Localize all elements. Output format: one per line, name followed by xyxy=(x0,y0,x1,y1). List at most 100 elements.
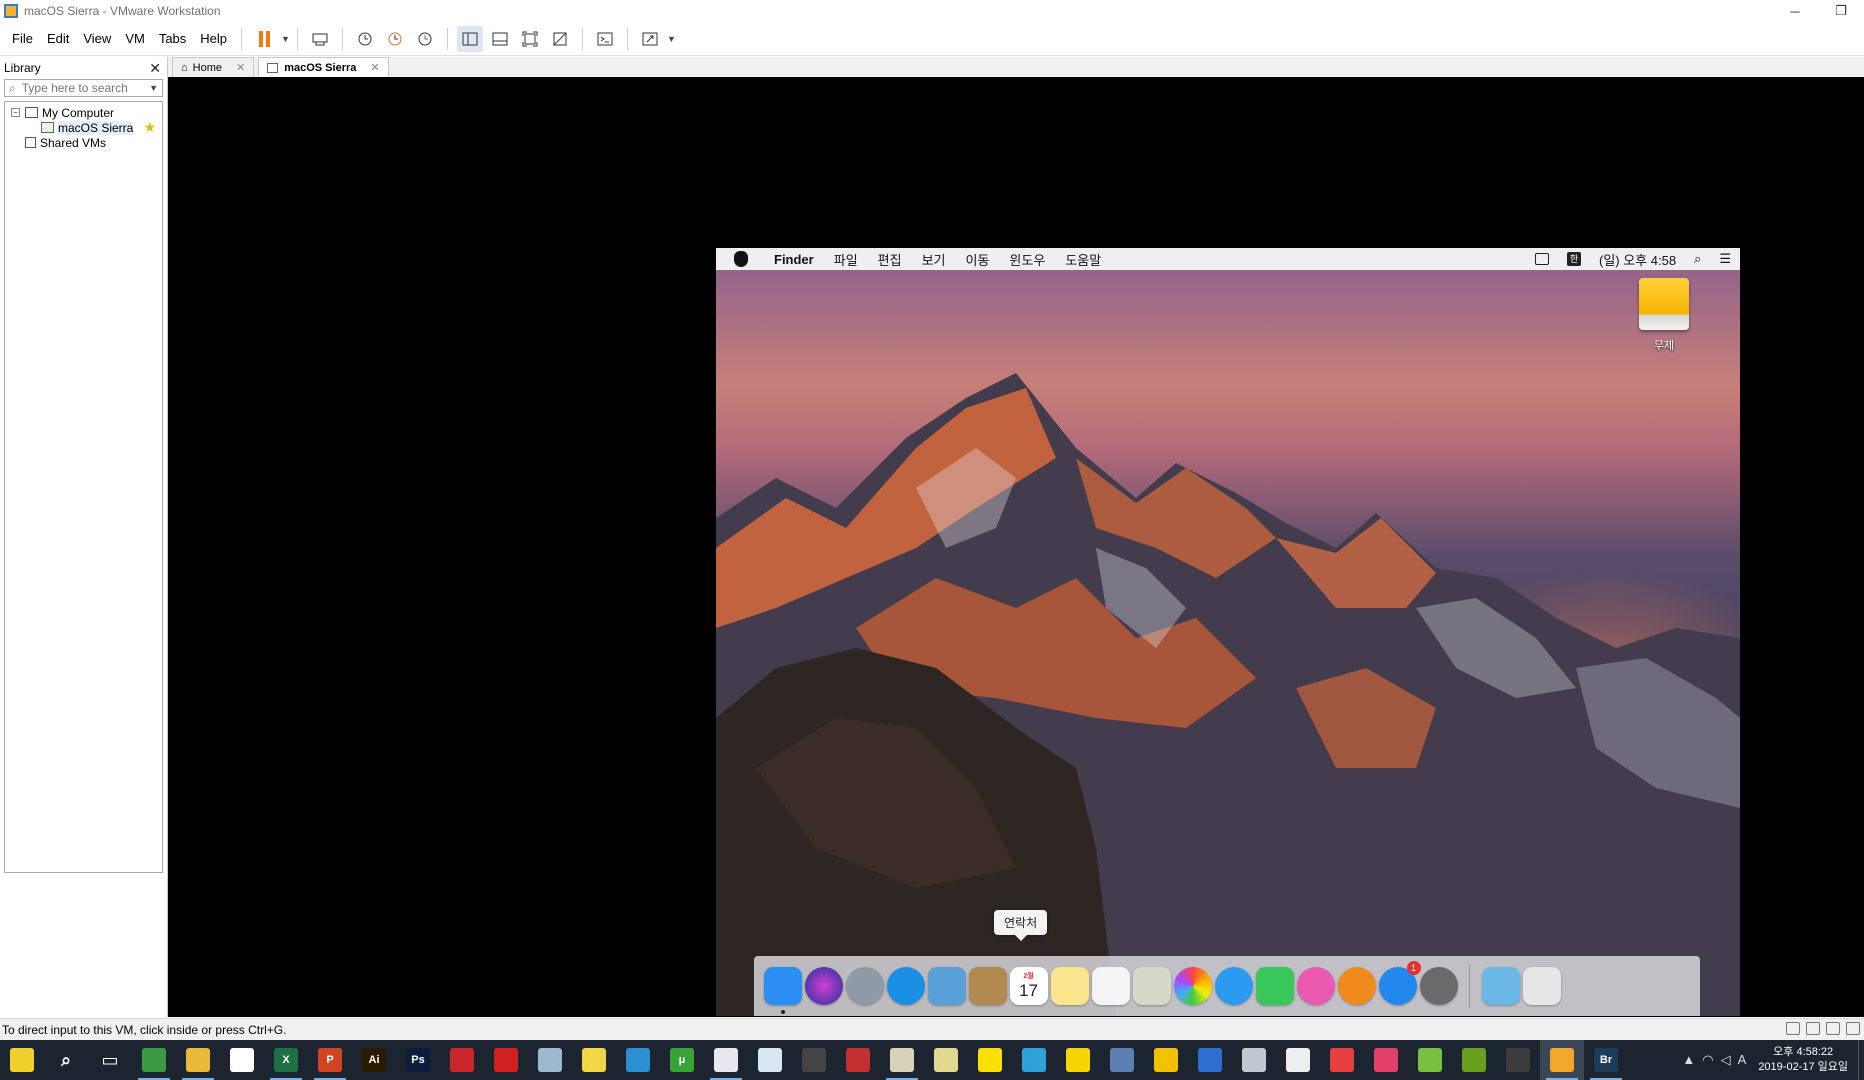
taskbar-onedrive-button[interactable] xyxy=(748,1040,792,1080)
notification-center-icon[interactable]: ☰ xyxy=(1719,251,1731,267)
taskbar-excel-button[interactable]: X xyxy=(264,1040,308,1080)
taskbar-app-gray-button[interactable] xyxy=(528,1040,572,1080)
taskbar-app-green-button[interactable] xyxy=(1452,1040,1496,1080)
show-library-button[interactable] xyxy=(456,25,483,52)
taskbar-vmware-button[interactable] xyxy=(1540,1040,1584,1080)
trash-icon[interactable] xyxy=(1522,967,1561,1005)
gear-icon[interactable] xyxy=(1419,967,1458,1005)
stretch-dropdown[interactable]: ▼ xyxy=(667,34,676,44)
taskbar-app-white-button[interactable] xyxy=(704,1040,748,1080)
mac-menu-go[interactable]: 이동 xyxy=(956,250,1000,269)
taskbar-chrome-button[interactable] xyxy=(132,1040,176,1080)
taskbar-mail-button[interactable] xyxy=(220,1040,264,1080)
show-hidden-icons-icon[interactable]: ▲ xyxy=(1682,1052,1695,1068)
launchpad-icon[interactable] xyxy=(845,967,884,1005)
taskbar-app-dark-button[interactable] xyxy=(792,1040,836,1080)
itunes-icon[interactable] xyxy=(1296,967,1335,1005)
taskbar-clock[interactable]: 오후 4:58:22 2019-02-17 일요일 xyxy=(1758,1045,1848,1075)
library-search-input[interactable]: ⌕ Type here to search ▼ xyxy=(4,79,163,97)
unity-button[interactable] xyxy=(547,26,573,52)
taskbar-photoshop-button[interactable]: Ps xyxy=(396,1040,440,1080)
menu-help[interactable]: Help xyxy=(193,31,234,46)
sound-icon[interactable] xyxy=(1846,1022,1860,1035)
close-tab-icon[interactable]: ✕ xyxy=(370,61,379,74)
taskbar-app-blue-button[interactable] xyxy=(616,1040,660,1080)
taskbar-app-yellow-circle-button[interactable] xyxy=(1144,1040,1188,1080)
mac-menu-window[interactable]: 윈도우 xyxy=(999,250,1055,269)
menu-edit[interactable]: Edit xyxy=(40,31,76,46)
downloads-folder-icon[interactable] xyxy=(1481,967,1520,1005)
tree-item-macos-sierra[interactable]: macOS Sierra ★ xyxy=(5,119,162,136)
thumbnail-bar-button[interactable] xyxy=(487,26,513,52)
siri-icon[interactable] xyxy=(804,967,843,1005)
suspend-button[interactable] xyxy=(251,26,277,52)
calendar-icon[interactable]: 2월 17 xyxy=(1009,967,1048,1005)
ime-indicator[interactable]: A xyxy=(1738,1052,1747,1068)
mac-menu-help[interactable]: 도움말 xyxy=(1055,250,1111,269)
search-dropdown-icon[interactable]: ▼ xyxy=(149,83,158,93)
hard-disk-icon[interactable] xyxy=(1786,1022,1800,1035)
collapse-icon[interactable]: − xyxy=(11,108,20,117)
mail-icon[interactable] xyxy=(927,967,966,1005)
finder-icon[interactable] xyxy=(763,967,802,1014)
mac-menu-file[interactable]: 파일 xyxy=(824,250,868,269)
tree-item-shared-vms[interactable]: Shared VMs xyxy=(5,135,162,150)
show-desktop-button[interactable] xyxy=(1858,1040,1864,1080)
favorite-star-icon[interactable]: ★ xyxy=(143,119,156,136)
taskbar-app-search-doc-button[interactable] xyxy=(1276,1040,1320,1080)
taskbar-task-view-button[interactable]: ▭ xyxy=(88,1040,132,1080)
menu-file[interactable]: File xyxy=(0,31,40,46)
taskbar-app-red-button[interactable] xyxy=(440,1040,484,1080)
snapshot-button[interactable] xyxy=(352,26,378,52)
taskbar-app-monitor-button[interactable] xyxy=(1496,1040,1540,1080)
taskbar-search-button[interactable]: ⌕ xyxy=(44,1040,88,1080)
photos-icon[interactable] xyxy=(1173,967,1212,1005)
full-screen-button[interactable] xyxy=(517,26,543,52)
close-tab-icon[interactable]: ✕ xyxy=(236,61,245,74)
mac-menu-finder[interactable]: Finder xyxy=(762,252,824,267)
taskbar-app-dropbox-button[interactable] xyxy=(924,1040,968,1080)
mac-clock[interactable]: (일) 오후 4:58 xyxy=(1599,250,1676,269)
contacts-icon[interactable] xyxy=(968,967,1007,1005)
mac-menu-view[interactable]: 보기 xyxy=(912,250,956,269)
cd-icon[interactable] xyxy=(1806,1022,1820,1035)
display-mirroring-icon[interactable] xyxy=(1534,253,1549,265)
taskbar-app-book-button[interactable] xyxy=(880,1040,924,1080)
apple-icon[interactable] xyxy=(734,251,748,267)
power-dropdown[interactable]: ▼ xyxy=(281,34,290,44)
snapshot-manager-button[interactable] xyxy=(412,26,438,52)
safari-icon[interactable] xyxy=(886,967,925,1005)
taskbar-kakaotalk-button[interactable] xyxy=(968,1040,1012,1080)
close-library-icon[interactable]: ✕ xyxy=(149,60,161,77)
taskbar-utorrent-button[interactable]: μ xyxy=(660,1040,704,1080)
taskbar-app-screen-button[interactable] xyxy=(1100,1040,1144,1080)
taskbar-file-explorer-button[interactable] xyxy=(176,1040,220,1080)
taskbar-powerpoint-button[interactable]: P xyxy=(308,1040,352,1080)
reminders-icon[interactable] xyxy=(1091,967,1130,1005)
mac-menu-edit[interactable]: 편집 xyxy=(868,250,912,269)
taskbar-app-yellow-button[interactable] xyxy=(572,1040,616,1080)
taskbar-app-stripes-button[interactable] xyxy=(836,1040,880,1080)
taskbar-bridge-button[interactable]: Br xyxy=(1584,1040,1628,1080)
network-icon[interactable] xyxy=(1826,1022,1840,1035)
taskbar-homer-button[interactable] xyxy=(0,1040,44,1080)
spotlight-icon[interactable]: ⌕ xyxy=(1694,251,1701,267)
tab-macos-sierra[interactable]: macOS Sierra ✕ xyxy=(258,57,389,77)
notes-icon[interactable] xyxy=(1050,967,1089,1005)
minimize-button[interactable]: ─ xyxy=(1772,0,1818,22)
taskbar-acrobat-button[interactable] xyxy=(484,1040,528,1080)
revert-snapshot-button[interactable] xyxy=(382,26,408,52)
taskbar-illustrator-button[interactable]: Ai xyxy=(352,1040,396,1080)
menu-tabs[interactable]: Tabs xyxy=(152,31,193,46)
tree-item-my-computer[interactable]: − My Computer xyxy=(5,105,162,120)
desktop-drive[interactable]: 무제 xyxy=(1632,278,1696,353)
vm-console[interactable]: Finder 파일 편집 보기 이동 윈도우 도움말 한 (일) 오후 4:58… xyxy=(168,77,1864,1017)
wifi-icon[interactable]: ◠ xyxy=(1702,1052,1713,1068)
messages-icon[interactable] xyxy=(1214,967,1253,1005)
appstore-icon[interactable]: 1 xyxy=(1378,961,1421,1005)
taskbar-app-redwhite-button[interactable] xyxy=(1320,1040,1364,1080)
taskbar-app-chart-button[interactable] xyxy=(1232,1040,1276,1080)
taskbar-telegram-button[interactable] xyxy=(1012,1040,1056,1080)
taskbar-app-pen-button[interactable] xyxy=(1408,1040,1452,1080)
restore-button[interactable]: ❐ xyxy=(1818,0,1864,22)
